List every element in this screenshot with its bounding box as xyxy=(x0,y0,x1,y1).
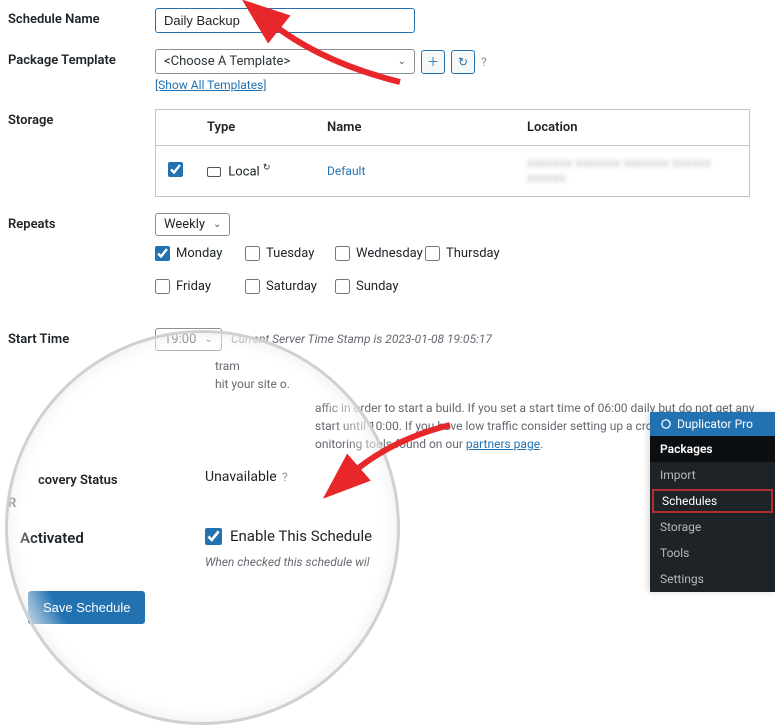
day-friday[interactable]: Friday xyxy=(155,279,211,294)
plugin-logo-icon xyxy=(660,418,672,430)
day-friday-checkbox[interactable] xyxy=(155,279,170,294)
server-time-label: Current Server Time Stamp is 2023-01-08 … xyxy=(231,332,492,346)
show-all-templates-link[interactable]: [Show All Templates] xyxy=(155,78,266,92)
schedule-name-input[interactable] xyxy=(155,8,415,33)
day-sunday-checkbox[interactable] xyxy=(335,279,350,294)
day-monday-checkbox[interactable] xyxy=(155,246,170,261)
activated-label: Activated xyxy=(0,527,155,569)
partners-page-link[interactable]: partners page xyxy=(466,437,540,451)
repeats-label: Repeats xyxy=(0,213,155,298)
day-saturday[interactable]: Saturday xyxy=(245,279,317,294)
storage-name-link[interactable]: Default xyxy=(327,164,365,178)
storage-header-location: Location xyxy=(515,110,750,146)
day-tuesday-checkbox[interactable] xyxy=(245,246,260,261)
start-time-value: 19:00 xyxy=(164,332,196,347)
start-time-desc-truncated: tram hit your site o. xyxy=(215,357,775,393)
template-select[interactable]: <Choose A Template> ⌄ xyxy=(155,49,415,74)
day-wednesday-checkbox[interactable] xyxy=(335,246,350,261)
day-saturday-checkbox[interactable] xyxy=(245,279,260,294)
side-menu-item-settings[interactable]: Settings xyxy=(650,566,775,592)
refresh-indicator-icon: ↻ xyxy=(263,163,271,173)
chevron-down-icon: ⌄ xyxy=(398,56,406,67)
repeats-selected-text: Weekly xyxy=(164,217,205,232)
add-template-button[interactable]: ＋ xyxy=(421,50,445,74)
start-time-label: Start Time xyxy=(0,328,155,453)
side-menu-item-import[interactable]: Import xyxy=(650,462,775,488)
day-thursday-checkbox[interactable] xyxy=(425,246,440,261)
package-template-label: Package Template xyxy=(0,49,155,93)
schedule-name-label: Schedule Name xyxy=(0,8,155,33)
side-menu-header[interactable]: Duplicator Pro xyxy=(650,412,775,436)
refresh-template-button[interactable]: ↻ xyxy=(451,50,475,74)
storage-header-name: Name xyxy=(315,110,515,146)
recovery-status-label: covery Status xyxy=(0,469,155,488)
recovery-status-value: Unavailable xyxy=(205,469,277,485)
repeats-select[interactable]: Weekly ⌄ xyxy=(155,213,230,236)
refresh-icon: ↻ xyxy=(458,55,468,69)
storage-type: Local xyxy=(228,164,259,179)
storage-header-type: Type xyxy=(195,110,315,146)
help-icon[interactable]: ? xyxy=(282,470,288,484)
enable-schedule-checkbox[interactable] xyxy=(205,528,222,545)
save-schedule-button[interactable]: Save Schedule xyxy=(28,591,145,624)
chevron-down-icon: ⌄ xyxy=(204,334,212,345)
start-time-select[interactable]: 19:00 ⌄ xyxy=(155,328,222,351)
template-selected-text: <Choose A Template> xyxy=(164,54,290,69)
chevron-down-icon: ⌄ xyxy=(213,219,221,230)
day-wednesday[interactable]: Wednesday xyxy=(335,246,423,261)
days-grid: Monday Tuesday Wednesday Thursday Friday… xyxy=(155,246,775,298)
day-sunday[interactable]: Sunday xyxy=(335,279,399,294)
day-thursday[interactable]: Thursday xyxy=(425,246,500,261)
side-menu-section[interactable]: Packages xyxy=(650,436,775,462)
day-tuesday[interactable]: Tuesday xyxy=(245,246,314,261)
drive-icon xyxy=(207,167,221,177)
storage-table: Type Name Location Local ↻ Default xxxxx… xyxy=(155,109,750,197)
side-menu-item-schedules[interactable]: Schedules xyxy=(652,489,773,513)
storage-row-checkbox[interactable] xyxy=(168,162,183,177)
side-menu-item-tools[interactable]: Tools xyxy=(650,540,775,566)
table-row: Local ↻ Default xxxxxxx xxxxxxx xxxxxxx … xyxy=(156,146,750,197)
day-monday[interactable]: Monday xyxy=(155,246,222,261)
storage-location: xxxxxxx xxxxxxx xxxxxxx xxxxxx xxxxxx xyxy=(527,156,711,186)
plus-icon: ＋ xyxy=(427,53,439,70)
enable-schedule-toggle[interactable]: Enable This Schedule xyxy=(205,527,372,545)
help-icon[interactable]: ? xyxy=(481,55,487,69)
storage-label: Storage xyxy=(0,109,155,197)
side-menu-item-storage[interactable]: Storage xyxy=(650,514,775,540)
plugin-side-menu: Duplicator Pro Packages Import Schedules… xyxy=(650,412,775,592)
